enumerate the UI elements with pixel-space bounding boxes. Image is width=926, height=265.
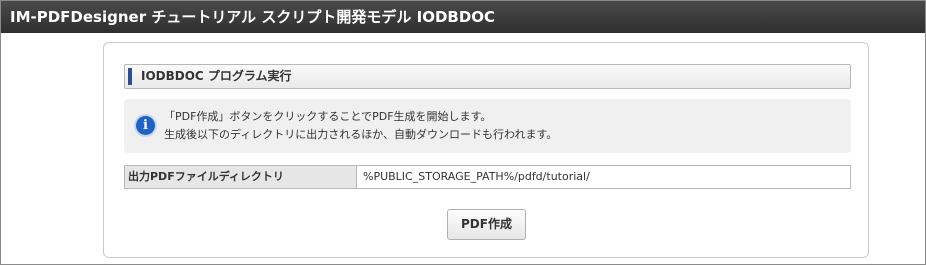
info-message-box: i 「PDF作成」ボタンをクリックすることでPDF生成を開始します。 生成後以下… [124,99,851,153]
info-line-2: 生成後以下のディレクトリに出力されるほか、自動ダウンロードも行われます。 [164,128,558,141]
main-panel: IODBDOC プログラム実行 i 「PDF作成」ボタンをクリックすることでPD… [103,42,869,258]
output-directory-row: 出力PDFファイルディレクトリ %PUBLIC_STORAGE_PATH%/pd… [124,165,851,189]
app-frame: IM-PDFDesigner チュートリアル スクリプト開発モデル IODBDO… [0,0,926,265]
create-pdf-button[interactable]: PDF作成 [447,209,526,240]
section-title: IODBDOC プログラム実行 [141,69,292,83]
section-header: IODBDOC プログラム実行 [124,64,851,89]
info-line-1: 「PDF作成」ボタンをクリックすることでPDF生成を開始します。 [164,110,492,123]
section-accent-bar [128,68,132,85]
info-icon: i [136,116,155,135]
info-message: 「PDF作成」ボタンをクリックすることでPDF生成を開始します。 生成後以下のデ… [164,108,557,144]
window-title: IM-PDFDesigner チュートリアル スクリプト開発モデル IODBDO… [1,1,925,33]
output-directory-value: %PUBLIC_STORAGE_PATH%/pdfd/tutorial/ [363,170,590,183]
output-directory-label: 出力PDFファイルディレクトリ [125,166,357,188]
